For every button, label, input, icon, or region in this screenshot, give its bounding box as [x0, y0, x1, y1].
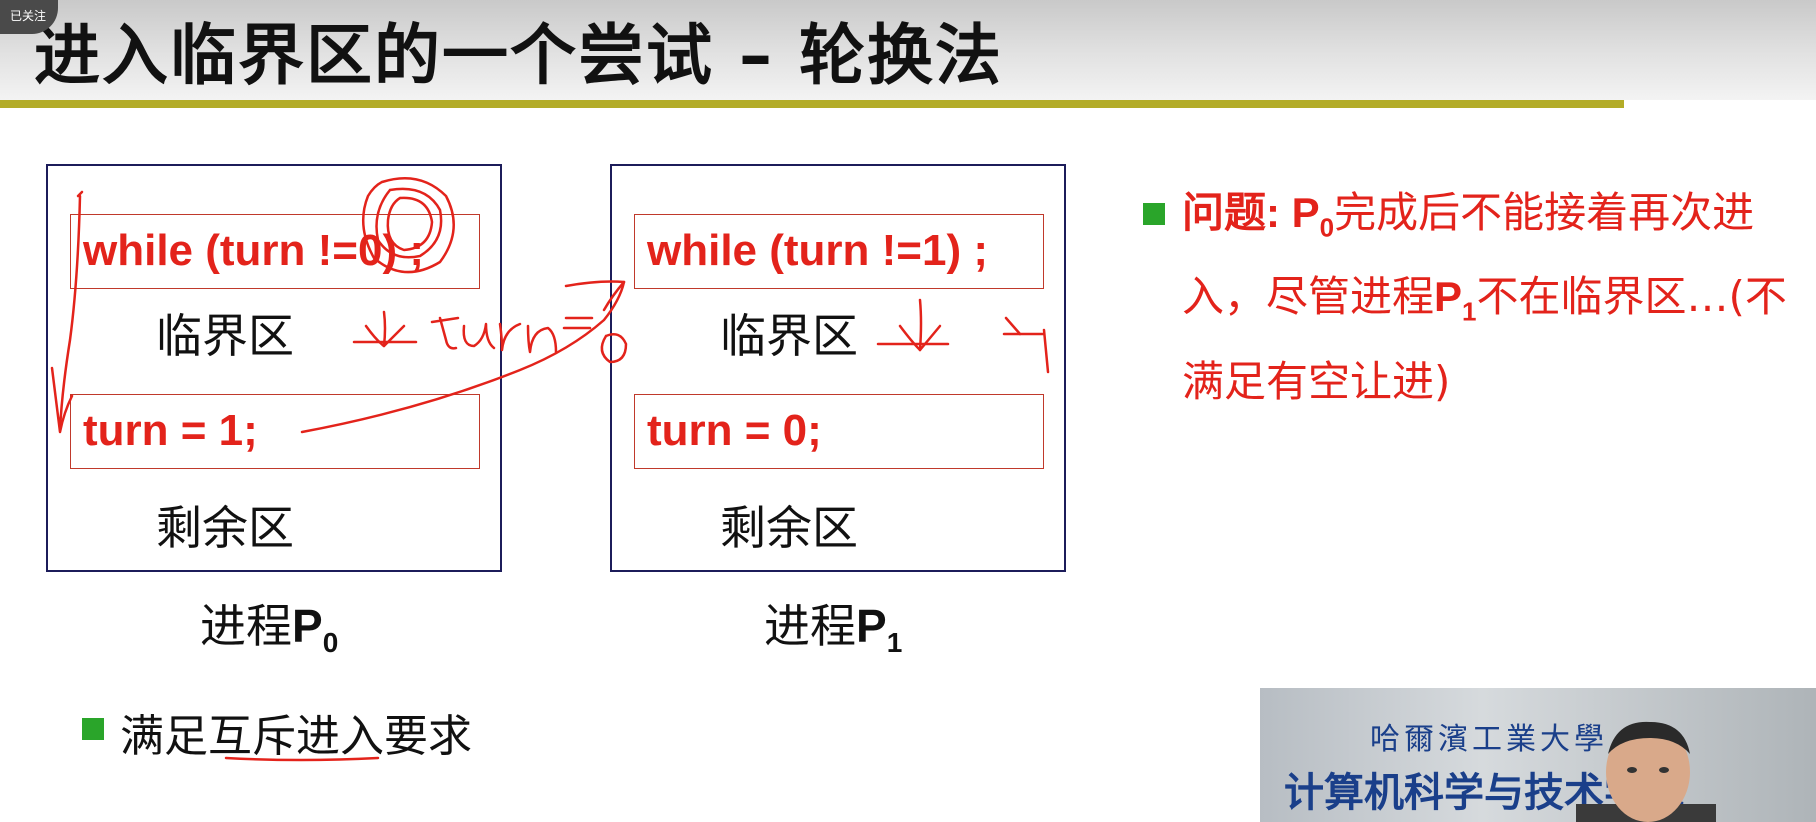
problem-p0-name: P	[1291, 189, 1320, 236]
problem-p1-name: P	[1434, 273, 1463, 321]
lecturer-figure	[1576, 721, 1716, 822]
p0-caption-sub: 0	[322, 627, 339, 659]
p1-exit-code: turn = 0;	[634, 394, 1044, 469]
p0-caption: 进程P0	[200, 590, 338, 659]
process-p1-box: while (turn !=1) ; 临界区 turn = 0; 剩余区	[610, 164, 1066, 572]
mutex-note: 满足互斥进入要求	[120, 711, 472, 762]
p0-caption-name: P	[292, 600, 323, 652]
title-underline	[0, 100, 1624, 108]
p0-critical-section-label: 临界区	[156, 309, 294, 363]
p1-caption-prefix: 进程	[764, 599, 856, 653]
p1-caption: 进程P1	[764, 590, 902, 659]
problem-p0-sub: 0	[1319, 212, 1335, 243]
p1-caption-name: P	[856, 600, 887, 652]
problem-statement: 问题: P0完成后不能接着再次进入，尽管进程P1不在临界区…(不满足有空让进)	[1182, 178, 1802, 417]
slide-title: 进入临界区的一个尝试 – 轮换法	[34, 17, 1003, 94]
problem-label: 问题:	[1182, 189, 1292, 236]
p1-caption-sub: 1	[886, 627, 903, 659]
p0-caption-prefix: 进程	[200, 599, 292, 653]
p1-remainder-section-label: 剩余区	[720, 501, 858, 555]
p1-critical-section-label: 临界区	[720, 309, 858, 363]
p1-entry-code: while (turn !=1) ;	[634, 214, 1044, 289]
p0-entry-code: while (turn !=0) ;	[70, 214, 480, 289]
problem-bullet-icon	[1143, 203, 1165, 225]
title-bar: 进入临界区的一个尝试 – 轮换法	[0, 0, 1816, 100]
p0-exit-code: turn = 1;	[70, 394, 480, 469]
problem-p1-sub: 1	[1462, 296, 1477, 327]
p0-remainder-section-label: 剩余区	[156, 501, 294, 555]
mutex-bullet-icon	[82, 718, 104, 740]
lecturer-video[interactable]: 哈爾濱工業大學 计算机科学与技术学院	[1260, 688, 1816, 822]
process-p0-box: while (turn !=0) ; 临界区 turn = 1; 剩余区	[46, 164, 502, 572]
